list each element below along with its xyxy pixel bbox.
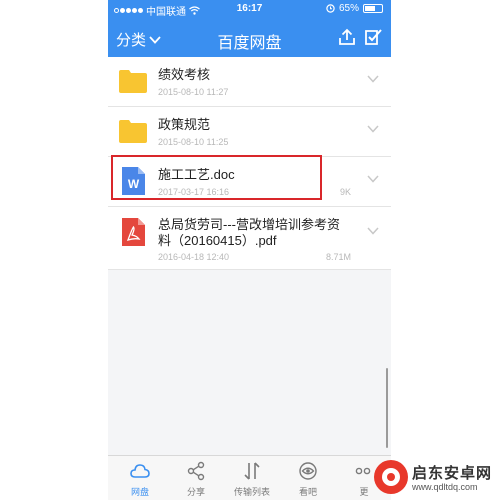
chevron-down-icon[interactable] (367, 75, 379, 83)
folder-icon (119, 120, 147, 143)
transfer-icon (244, 462, 260, 480)
watermark-url: www.qdltdq.com (412, 482, 478, 492)
tab-label: 分享 (186, 487, 205, 497)
share-icon (187, 461, 205, 481)
tab-label: 传输列表 (233, 487, 270, 497)
chevron-down-icon[interactable] (367, 125, 379, 133)
file-name: 总局货劳司---营改增培训参考资料（20160415）.pdf (158, 217, 340, 248)
tab-bar: 网盘 分享 传输列表 看吧 更 (108, 455, 391, 500)
file-item-folder[interactable]: 绩效考核 2015-08-10 11:27 (108, 57, 391, 107)
tab-share[interactable]: 分享 (168, 460, 224, 498)
highlight-box (111, 155, 322, 200)
file-item-pdf[interactable]: 总局货劳司---营改增培训参考资料（20160415）.pdf 2016-04-… (108, 207, 391, 270)
eye-icon (299, 462, 317, 480)
file-size: 8.71M (325, 252, 351, 262)
file-name: 政策规范 (158, 117, 211, 132)
multi-select-icon[interactable] (363, 27, 383, 47)
file-item-folder[interactable]: 政策规范 2015-08-10 11:25 (108, 107, 391, 157)
chevron-down-icon[interactable] (367, 227, 379, 235)
alarm-icon (326, 4, 335, 13)
cloud-icon (130, 464, 150, 478)
file-size: 9K (339, 187, 351, 197)
folder-icon (119, 70, 147, 93)
status-bar: 中国联通 16:17 65% (108, 0, 391, 18)
watermark-name: 启东安卓网 (412, 465, 493, 482)
file-date: 2015-08-10 11:25 (158, 137, 229, 147)
tab-label: 网盘 (130, 487, 149, 497)
file-date: 2015-08-10 11:27 (158, 87, 229, 97)
watermark: 启东安卓网 www.qdltdq.com (374, 460, 496, 498)
phone-screen: 中国联通 16:17 65% 分类 百度网盘 绩效考核 2015-08-10 1… (108, 0, 391, 500)
top-bar: 中国联通 16:17 65% 分类 百度网盘 (108, 0, 391, 57)
tab-label: 更 (359, 487, 369, 497)
upload-icon[interactable] (337, 27, 357, 47)
chevron-down-icon[interactable] (367, 175, 379, 183)
battery-percent: 65% (338, 3, 359, 14)
file-name: 绩效考核 (158, 67, 211, 82)
more-icon (355, 467, 371, 475)
file-date: 2016-04-18 12:40 (158, 252, 230, 262)
scrollbar[interactable] (386, 368, 388, 448)
tab-netdisk[interactable]: 网盘 (112, 460, 168, 498)
tab-transfer-list[interactable]: 传输列表 (224, 460, 280, 498)
tab-label: 看吧 (298, 487, 317, 497)
battery-group: 65% (326, 3, 383, 14)
watermark-logo-icon (374, 460, 408, 494)
nav-bar: 分类 百度网盘 (108, 20, 391, 57)
battery-icon (363, 4, 383, 13)
tab-watch[interactable]: 看吧 (280, 460, 336, 498)
pdf-icon (122, 218, 145, 246)
